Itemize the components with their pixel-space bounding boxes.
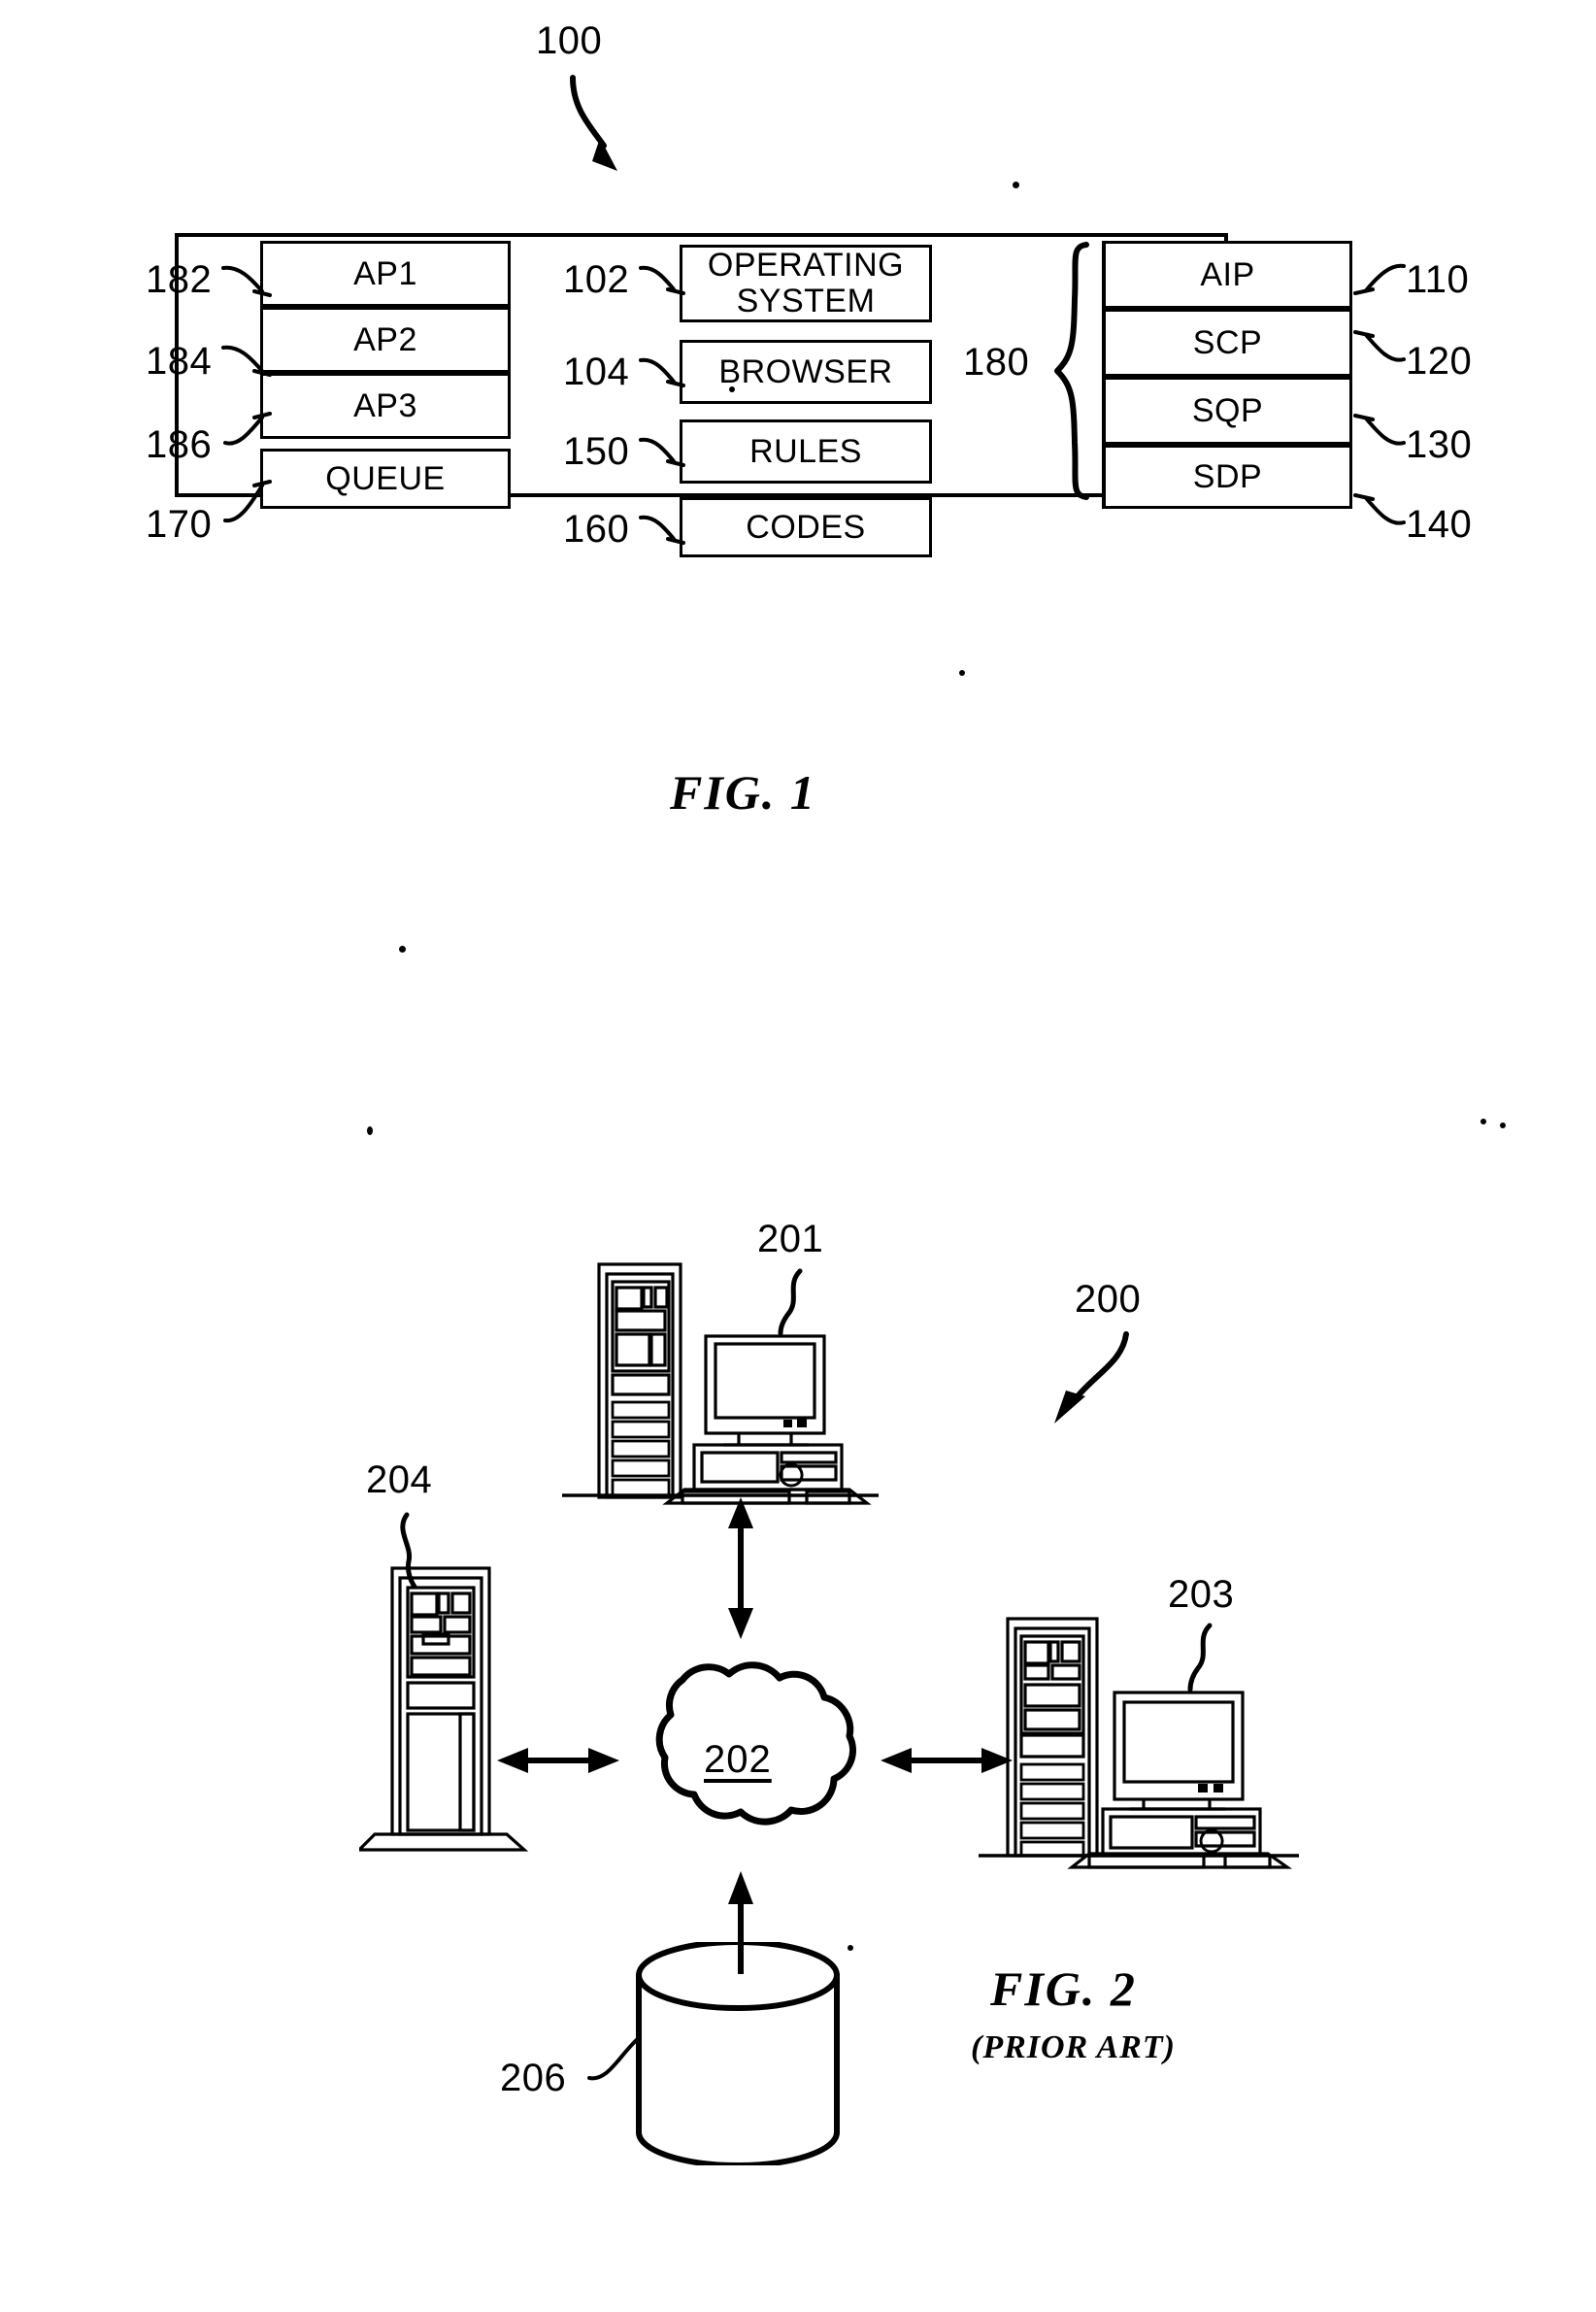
fig1-ref-130-leader: [1353, 414, 1406, 446]
fig1-ref-100-leader-arrow: [570, 75, 617, 171]
scan-speck: [1480, 1119, 1486, 1124]
fig1-cell-ap3-label: AP3: [353, 386, 417, 424]
fig1-cell-sqp-label: SQP: [1191, 391, 1264, 429]
fig1-ref-182: 182: [146, 258, 213, 301]
fig1-cell-queue-label: QUEUE: [325, 459, 446, 497]
fig2-ref-204: 204: [366, 1458, 433, 1501]
server-tower-icon-204: [359, 1566, 529, 1852]
fig1-ref-120: 120: [1406, 340, 1473, 383]
fig2-ref-200: 200: [1075, 1278, 1142, 1321]
fig1-cell-sdp-label: SDP: [1192, 457, 1263, 495]
arrow-database-206-to-cloud: [728, 1871, 753, 1974]
fig1-ref-186: 186: [146, 423, 213, 466]
fig1-ref-150-leader: [639, 437, 685, 467]
fig1-cell-browser-label: BROWSER: [718, 352, 893, 390]
fig1-cell-ap2-label: AP2: [353, 320, 417, 358]
fig1-cell-aip: AIP: [1102, 241, 1352, 309]
fig1-brace-180: [1054, 242, 1089, 500]
fig1-ref-184: 184: [146, 340, 213, 383]
fig1-cell-ap2: AP2: [260, 307, 511, 373]
fig1-cell-aip-label: AIP: [1200, 255, 1255, 293]
fig1-ref-104: 104: [563, 351, 630, 393]
fig1-ref-120-leader: [1353, 330, 1406, 362]
scan-speck: [399, 946, 406, 953]
fig1-ref-170: 170: [146, 503, 213, 546]
arrow-cloud-to-workstation-203: [881, 1748, 1013, 1773]
fig1-ref-110: 110: [1406, 258, 1470, 301]
fig1-ref-140: 140: [1406, 503, 1473, 546]
fig1-ref-130: 130: [1406, 423, 1473, 466]
fig1-ref-110-leader: [1353, 263, 1406, 295]
fig1-cell-ap1-label: AP1: [353, 254, 417, 292]
fig1-cell-browser: BROWSER: [680, 340, 932, 404]
fig2-ref-206: 206: [500, 2057, 567, 2099]
fig1-ref-102: 102: [563, 258, 630, 301]
computer-workstation-icon-203: [979, 1617, 1299, 1869]
fig1-ref-160: 160: [563, 508, 630, 551]
fig1-cell-operating-system: OPERATING SYSTEM: [680, 245, 932, 322]
fig2-caption: FIG. 2: [990, 1961, 1137, 2016]
fig1-ref-100: 100: [536, 19, 603, 62]
fig1-ref-104-leader: [639, 357, 685, 387]
fig1-cell-scp-label: SCP: [1192, 323, 1263, 361]
arrow-cloud-to-workstation-201: [728, 1497, 753, 1639]
computer-workstation-icon-201: [562, 1262, 879, 1505]
fig1-cell-rules: RULES: [680, 419, 932, 484]
patent-drawing-sheet: 100 AP1 AP2 AP3 QUEUE 182 184 186 170 OP…: [0, 0, 1596, 2312]
fig1-cell-queue: QUEUE: [260, 449, 511, 509]
fig1-cell-sqp: SQP: [1102, 377, 1352, 445]
fig1-cell-codes-label: CODES: [746, 508, 866, 546]
fig1-ref-184-leader: [221, 345, 272, 377]
fig1-caption: FIG. 1: [670, 765, 816, 820]
fig1-cell-codes: CODES: [680, 497, 932, 557]
fig2-ref-202-label: 202: [704, 1738, 772, 1781]
scan-speck: [1500, 1122, 1506, 1128]
fig1-ref-170-leader: [223, 480, 272, 523]
fig1-cell-operating-system-label-line1: OPERATING: [707, 247, 905, 285]
fig1-ref-150: 150: [563, 430, 630, 473]
fig1-ref-180: 180: [963, 341, 1030, 384]
fig1-ref-140-leader: [1353, 493, 1406, 525]
fig1-ref-102-leader: [639, 265, 685, 295]
arrow-server-204-to-cloud: [497, 1748, 619, 1773]
scan-speck: [848, 1945, 853, 1951]
scan-speck: [959, 670, 965, 676]
scan-speck: [1013, 182, 1019, 188]
fig1-cell-sdp: SDP: [1102, 445, 1352, 509]
fig1-cell-rules-label: RULES: [749, 432, 862, 470]
scan-speck: [729, 386, 735, 392]
fig1-cell-operating-system-label-line2: SYSTEM: [736, 283, 876, 319]
fig2-ref-200-leader-arrow: [1054, 1331, 1129, 1424]
fig2-subcaption: (PRIOR ART): [971, 2029, 1176, 2065]
fig1-cell-ap3: AP3: [260, 373, 511, 439]
fig1-ref-182-leader: [221, 265, 272, 297]
fig1-ref-186-leader: [223, 412, 272, 446]
fig1-ref-160-leader: [639, 515, 685, 545]
fig1-cell-ap1: AP1: [260, 241, 511, 307]
fig1-cell-scp: SCP: [1102, 309, 1352, 377]
scan-speck: [367, 1126, 373, 1135]
